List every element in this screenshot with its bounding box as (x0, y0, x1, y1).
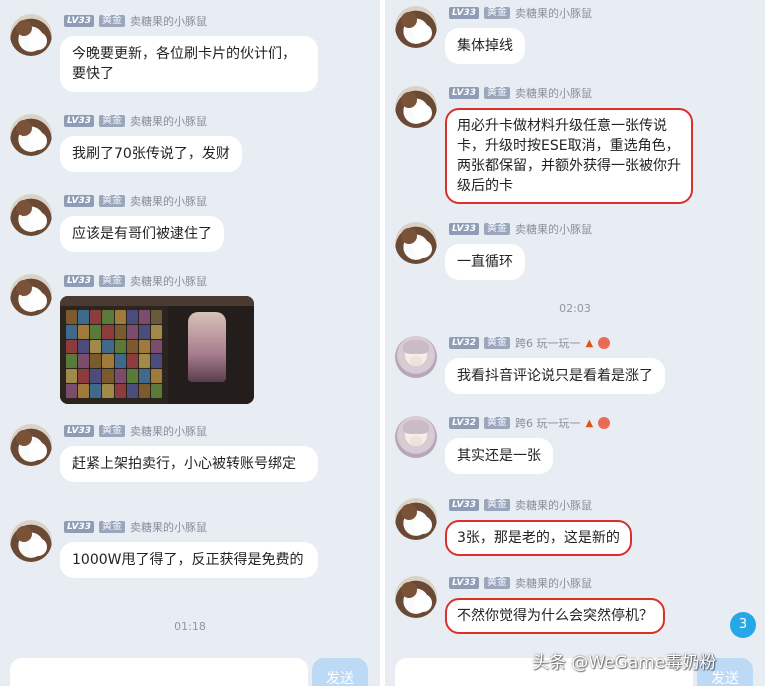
level-badge: LV33 (449, 7, 479, 19)
message-bubble-highlighted: 不然你觉得为什么会突然停机？ (445, 598, 665, 634)
inventory-grid (66, 310, 162, 398)
sender-name[interactable]: 卖糖果的小豚鼠 (130, 193, 207, 209)
watermark: 头条 @WeGame毒奶粉 (532, 653, 717, 673)
inventory-panel (60, 296, 168, 404)
rank-badge: 黄金 (484, 577, 510, 589)
avatar[interactable] (10, 114, 52, 156)
sender-meta: LV33 黄金 卖糖果的小豚鼠 (64, 424, 207, 438)
sender-name[interactable]: 卖糖果的小豚鼠 (130, 273, 207, 289)
sender-name[interactable]: 卖糖果的小豚鼠 (515, 85, 592, 101)
avatar[interactable] (10, 194, 52, 236)
sender-meta: LV32 黄金 跨6 玩一玩一 ▲ (449, 415, 611, 431)
level-badge: LV33 (449, 577, 479, 589)
chat-panel-right: LV33 黄金 卖糖果的小豚鼠 集体掉线 LV33 黄金 卖糖果的小豚鼠 用必升… (385, 0, 765, 686)
message-input[interactable] (10, 658, 308, 686)
rank-badge: 黄金 (484, 223, 510, 235)
message-bubble: 赶紧上架拍卖行，小心被转账号绑定 (60, 446, 318, 482)
game-screenshot-image[interactable] (60, 296, 254, 404)
avatar[interactable] (395, 222, 437, 264)
rank-badge: 黄金 (99, 425, 125, 437)
sender-name[interactable]: 卖糖果的小豚鼠 (515, 575, 592, 591)
level-badge: LV33 (64, 195, 94, 207)
sender-meta: LV33 黄金 卖糖果的小豚鼠 (449, 498, 592, 512)
rank-badge: 黄金 (99, 15, 125, 27)
message-bubble-highlighted: 3张，那是老的，这是新的 (445, 520, 632, 556)
avatar[interactable] (395, 86, 437, 128)
unread-count-badge[interactable]: 3 (730, 612, 756, 638)
sender-meta: LV33 黄金 卖糖果的小豚鼠 (64, 274, 207, 288)
sender-meta: LV33 黄金 卖糖果的小豚鼠 (449, 6, 592, 20)
rank-badge: 黄金 (99, 195, 125, 207)
avatar[interactable] (395, 498, 437, 540)
level-badge: LV33 (64, 115, 94, 127)
level-badge: LV33 (64, 15, 94, 27)
message-bubble: 1000W甩了得了，反正获得是免费的 (60, 542, 318, 578)
message-bubble: 我看抖音评论说只是看着是涨了 (445, 358, 665, 394)
message-bubble: 我刷了70张传说了，发财 (60, 136, 242, 172)
level-badge: LV33 (449, 223, 479, 235)
avatar[interactable] (10, 424, 52, 466)
level-badge: LV33 (64, 521, 94, 533)
heart-badge-icon (598, 337, 611, 349)
message-bubble: 集体掉线 (445, 28, 525, 64)
level-badge: LV33 (449, 87, 479, 99)
send-button[interactable]: 发送 (312, 658, 368, 686)
level-badge: LV33 (64, 275, 94, 287)
rank-badge: 黄金 (484, 7, 510, 19)
avatar[interactable] (395, 416, 437, 458)
sender-name[interactable]: 卖糖果的小豚鼠 (130, 13, 207, 29)
sender-name[interactable]: 卖糖果的小豚鼠 (130, 113, 207, 129)
rank-badge: 黄金 (484, 499, 510, 511)
sender-meta: LV33 黄金 卖糖果的小豚鼠 (64, 14, 207, 28)
sender-name[interactable]: 卖糖果的小豚鼠 (515, 5, 592, 21)
level-badge: LV33 (449, 499, 479, 511)
rank-badge: 黄金 (484, 417, 510, 429)
sender-meta: LV33 黄金 卖糖果的小豚鼠 (64, 194, 207, 208)
rank-badge: 黄金 (99, 115, 125, 127)
sender-meta: LV33 黄金 卖糖果的小豚鼠 (449, 86, 592, 100)
character-figure (188, 312, 226, 382)
message-bubble-highlighted: 用必升卡做材料升级任意一张传说卡，升级时按ESE取消，重选角色，两张都保留，并额… (445, 108, 693, 204)
level-badge: LV32 (449, 417, 479, 429)
avatar[interactable] (395, 336, 437, 378)
rank-badge: 黄金 (99, 521, 125, 533)
level-badge: LV33 (64, 425, 94, 437)
heart-badge-icon (598, 417, 611, 429)
rank-badge: 黄金 (484, 337, 510, 349)
chat-panel-left: LV33 黄金 卖糖果的小豚鼠 今晚要更新，各位刷卡片的伙计们，要快了 LV33… (0, 0, 380, 686)
sender-name[interactable]: 卖糖果的小豚鼠 (130, 519, 207, 535)
sender-name[interactable]: 跨6 玩一玩一 (515, 335, 581, 351)
sender-meta: LV33 黄金 卖糖果的小豚鼠 (64, 520, 207, 534)
game-title-bar (60, 296, 254, 306)
timestamp: 01:18 (174, 620, 206, 633)
timestamp: 02:03 (559, 302, 591, 315)
message-bubble: 其实还是一张 (445, 438, 553, 474)
sender-meta: LV32 黄金 跨6 玩一玩一 ▲ (449, 335, 611, 351)
avatar[interactable] (10, 520, 52, 562)
sender-meta: LV33 黄金 卖糖果的小豚鼠 (64, 114, 207, 128)
sender-name[interactable]: 卖糖果的小豚鼠 (130, 423, 207, 439)
message-bubble: 应该是有哥们被逮住了 (60, 216, 224, 252)
avatar[interactable] (10, 274, 52, 316)
avatar[interactable] (10, 14, 52, 56)
message-bubble: 一直循环 (445, 244, 525, 280)
flame-icon: ▲ (585, 337, 594, 349)
sender-meta: LV33 黄金 卖糖果的小豚鼠 (449, 576, 592, 590)
rank-badge: 黄金 (484, 87, 510, 99)
rank-badge: 黄金 (99, 275, 125, 287)
message-bubble: 今晚要更新，各位刷卡片的伙计们，要快了 (60, 36, 318, 92)
sender-name[interactable]: 卖糖果的小豚鼠 (515, 221, 592, 237)
avatar[interactable] (395, 576, 437, 618)
sender-meta: LV33 黄金 卖糖果的小豚鼠 (449, 222, 592, 236)
flame-icon: ▲ (585, 417, 594, 429)
sender-name[interactable]: 卖糖果的小豚鼠 (515, 497, 592, 513)
avatar[interactable] (395, 6, 437, 48)
sender-name[interactable]: 跨6 玩一玩一 (515, 415, 581, 431)
level-badge: LV32 (449, 337, 479, 349)
